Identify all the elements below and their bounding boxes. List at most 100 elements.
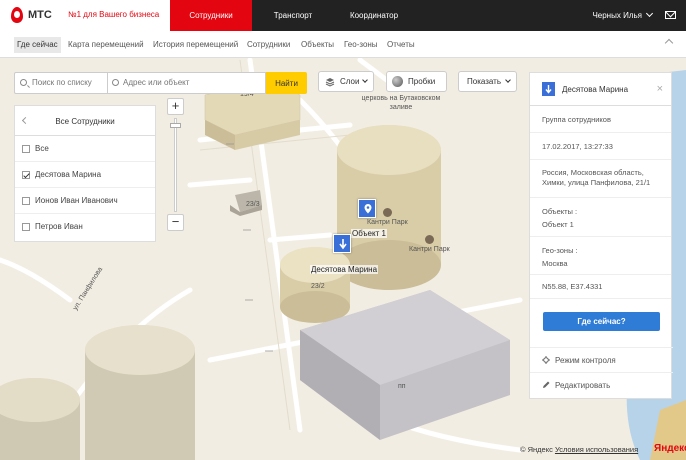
place-label-kantri-1: Кантри Парк <box>367 219 408 226</box>
traffic-icon <box>392 76 403 87</box>
list-item-label: Ионов Иван Иванович <box>35 196 118 205</box>
employees-panel-title: Все Сотрудники <box>55 117 115 126</box>
place-icon[interactable] <box>425 235 434 244</box>
list-item-label: Все <box>35 144 49 153</box>
list-item[interactable]: Ионов Иван Иванович <box>15 188 155 214</box>
checkbox[interactable] <box>22 171 30 179</box>
detail-objects-value: Объект 1 <box>542 220 574 229</box>
detail-geozones-label: Гео-зоны : <box>542 246 578 255</box>
subnav-reports[interactable]: Отчеты <box>384 37 418 53</box>
employee-marker-label: Десятова Марина <box>310 265 379 274</box>
detail-objects-row: Объекты : Объект 1 <box>530 198 671 237</box>
detail-geozones-value: Москва <box>542 259 568 268</box>
control-mode-label: Режим контроля <box>555 356 616 365</box>
checkbox[interactable] <box>22 197 30 205</box>
zoom-in-button[interactable]: + <box>167 98 184 115</box>
employees-panel: Все Сотрудники Все Десятова Марина Ионов… <box>14 105 156 242</box>
zoom-slider-track[interactable] <box>174 118 177 212</box>
address-search-input[interactable] <box>123 78 263 87</box>
subnav-movement-map[interactable]: Карта перемещений <box>65 37 147 53</box>
list-search-field[interactable] <box>14 72 108 94</box>
nav-transport[interactable]: Транспорт <box>252 0 334 31</box>
zoom-slider-handle[interactable] <box>170 123 181 128</box>
where-now-button[interactable]: Где сейчас? <box>543 312 660 331</box>
employee-badge-icon <box>542 82 555 96</box>
address-search-field[interactable] <box>108 72 266 94</box>
map-copyright: © Яндекс Условия использования <box>520 445 638 454</box>
object-marker[interactable] <box>358 199 376 218</box>
user-menu[interactable]: Черных Илья <box>592 9 654 20</box>
list-item-label: Петров Иван <box>35 222 83 231</box>
list-item[interactable]: Десятова Марина <box>15 162 155 188</box>
mts-egg-icon <box>11 7 23 23</box>
brand-name: МТС <box>28 9 52 21</box>
location-pin-icon <box>364 204 372 214</box>
zoom-out-button[interactable]: − <box>167 214 184 231</box>
top-bar: МТС №1 для Вашего бизнеса Сотрудники Тра… <box>0 0 686 31</box>
detail-datetime-row: 17.02.2017, 13:27:33 <box>530 133 671 160</box>
map-label-church: церковь на Бутаковском заливе <box>361 95 441 111</box>
place-label-kantri-2: Кантри Парк <box>409 246 450 253</box>
pencil-icon <box>543 381 550 388</box>
brand-logo[interactable]: МТС №1 для Вашего бизнеса <box>0 0 170 31</box>
subnav-geozones[interactable]: Гео-зоны <box>341 37 381 53</box>
detail-name: Десятова Марина <box>562 85 629 94</box>
collapse-icon[interactable] <box>664 38 674 48</box>
place-icon[interactable] <box>383 208 392 217</box>
brand-tagline: №1 для Вашего бизнеса <box>68 10 160 19</box>
sub-nav: Где сейчас Карта перемещений История пер… <box>0 31 686 58</box>
map-label-pp: пп <box>398 383 406 390</box>
object-marker-label: Объект 1 <box>351 229 387 238</box>
detail-coords-row: N55.88, E37.4331 <box>530 275 671 299</box>
checkbox[interactable] <box>22 223 30 231</box>
map-label-232: 23/2 <box>311 283 325 290</box>
detail-header: Десятова Марина × <box>530 73 671 106</box>
search-icon <box>112 79 119 86</box>
layers-icon <box>325 78 335 87</box>
mail-icon[interactable] <box>665 11 676 19</box>
detail-geozones-row: Гео-зоны : Москва <box>530 237 671 275</box>
show-label: Показать <box>467 77 502 86</box>
detail-group-row: Группа сотрудников <box>530 106 671 133</box>
search-icon <box>20 79 27 86</box>
chevron-down-icon <box>645 9 654 18</box>
detail-address-row: Россия, Московская область, Химки, улица… <box>530 160 671 198</box>
employee-detail-panel: Десятова Марина × Группа сотрудников 17.… <box>529 72 673 399</box>
find-button[interactable]: Найти <box>266 72 307 94</box>
copyright-text: © Яндекс <box>520 445 553 454</box>
nav-employees[interactable]: Сотрудники <box>170 0 252 31</box>
crosshair-icon <box>542 356 550 364</box>
nav-coordinator[interactable]: Координатор <box>334 0 414 31</box>
map-label-233: 23/3 <box>246 201 260 208</box>
list-item[interactable]: Все <box>15 136 155 162</box>
yandex-logo[interactable]: Яндекс <box>654 443 686 454</box>
terms-link[interactable]: Условия использования <box>555 445 638 454</box>
list-item[interactable]: Петров Иван <box>15 214 155 240</box>
show-button[interactable]: Показать <box>458 71 517 92</box>
list-item-label: Десятова Марина <box>35 170 102 179</box>
edit-label: Редактировать <box>555 381 611 390</box>
layers-button[interactable]: Слои <box>318 71 374 92</box>
traffic-button[interactable]: Пробки <box>386 71 447 92</box>
detail-coords: N55.88, E37.4331 <box>542 282 603 291</box>
traffic-label: Пробки <box>408 77 436 86</box>
close-icon[interactable]: × <box>657 83 663 95</box>
detail-address: Россия, Московская область, Химки, улица… <box>542 168 651 187</box>
subnav-movement-history[interactable]: История перемещений <box>150 37 241 53</box>
detail-datetime: 17.02.2017, 13:27:33 <box>542 142 613 151</box>
edit-action[interactable]: Редактировать <box>530 372 673 397</box>
control-mode-action[interactable]: Режим контроля <box>530 347 673 372</box>
employee-marker[interactable] <box>333 234 351 253</box>
arrow-down-icon <box>339 239 347 250</box>
user-name: Черных Илья <box>592 11 642 20</box>
subnav-employees[interactable]: Сотрудники <box>244 37 293 53</box>
chevron-down-icon <box>505 77 511 83</box>
layers-label: Слои <box>340 77 360 86</box>
subnav-objects[interactable]: Объекты <box>298 37 337 53</box>
employees-panel-header: Все Сотрудники <box>15 106 155 136</box>
subnav-where-now[interactable]: Где сейчас <box>14 37 61 53</box>
list-search-input[interactable] <box>32 78 106 87</box>
detail-objects-label: Объекты : <box>542 207 578 216</box>
chevron-down-icon <box>362 77 368 83</box>
checkbox[interactable] <box>22 145 30 153</box>
